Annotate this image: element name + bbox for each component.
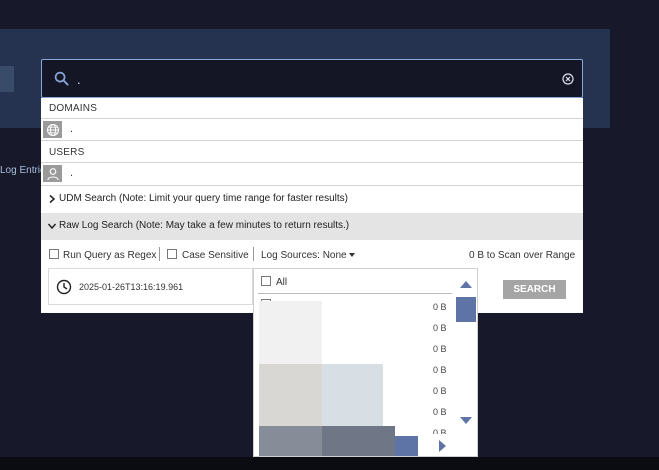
search-input[interactable]: . (77, 72, 81, 87)
users-header: USERS (49, 147, 85, 158)
separator (253, 247, 254, 261)
source-size: 0 B (433, 386, 447, 396)
chevron-down-icon (47, 223, 57, 230)
user-result[interactable]: . (41, 163, 583, 184)
time-range-picker[interactable]: 2025-01-26T13:16:19.961 (48, 268, 253, 305)
source-thumbnail (259, 301, 322, 364)
raw-log-search-row[interactable]: Raw Log Search (Note: May take a few min… (41, 213, 583, 240)
domain-result[interactable]: . (41, 119, 583, 140)
search-button[interactable]: SEARCH (503, 280, 566, 299)
domain-result-label: . (70, 123, 74, 135)
search-icon (54, 71, 69, 86)
user-result-label: . (70, 167, 74, 179)
globe-icon (43, 121, 62, 138)
source-thumbnail (322, 364, 383, 426)
source-thumbnail (259, 426, 322, 456)
person-icon (43, 165, 62, 182)
source-size: 0 B (433, 302, 447, 312)
caret-down-icon (349, 253, 355, 257)
source-size: 0 B (433, 365, 447, 375)
source-size: 0 B (433, 407, 447, 417)
case-sensitive-checkbox[interactable] (167, 249, 177, 259)
regex-checkbox[interactable] (49, 249, 59, 259)
source-size: 0 B (433, 428, 447, 434)
scroll-right-arrow-icon[interactable] (439, 440, 446, 452)
scan-size-text: 0 B to Scan over Range (469, 250, 576, 261)
log-sources-dropdown[interactable]: Log Sources: None (261, 250, 347, 261)
all-label: All (276, 277, 288, 288)
bottom-strip (0, 457, 659, 470)
background-button[interactable] (0, 66, 14, 92)
udm-search-label: UDM Search (Note: Limit your query time … (59, 193, 348, 204)
source-thumbnail (395, 436, 418, 456)
udm-search-row[interactable]: UDM Search (Note: Limit your query time … (41, 186, 583, 213)
divider (41, 140, 583, 141)
clock-icon (56, 279, 72, 295)
search-bar[interactable]: . (41, 59, 583, 98)
source-thumbnail (322, 426, 395, 456)
source-size: 0 B (433, 323, 447, 333)
separator (159, 247, 160, 261)
source-size: 0 B (433, 344, 447, 354)
domains-header: DOMAINS (49, 103, 98, 114)
all-checkbox[interactable] (261, 276, 271, 286)
timestamp: 2025-01-26T13:16:19.961 (79, 282, 184, 292)
chevron-right-icon (49, 194, 56, 204)
source-thumbnail (259, 364, 322, 426)
raw-log-search-label: Raw Log Search (Note: May take a few min… (59, 220, 350, 231)
case-sensitive-label: Case Sensitive (182, 250, 249, 261)
scroll-down-arrow-icon[interactable] (460, 417, 472, 424)
regex-label: Run Query as Regex (63, 250, 157, 261)
scrollbar-thumb[interactable] (456, 297, 476, 322)
log-sources-popup: All 0 B 0 B 0 B 0 B 0 B 0 B 0 B (253, 268, 478, 457)
divider (258, 293, 452, 294)
clear-icon[interactable] (562, 73, 574, 85)
scroll-up-arrow-icon[interactable] (460, 281, 472, 288)
